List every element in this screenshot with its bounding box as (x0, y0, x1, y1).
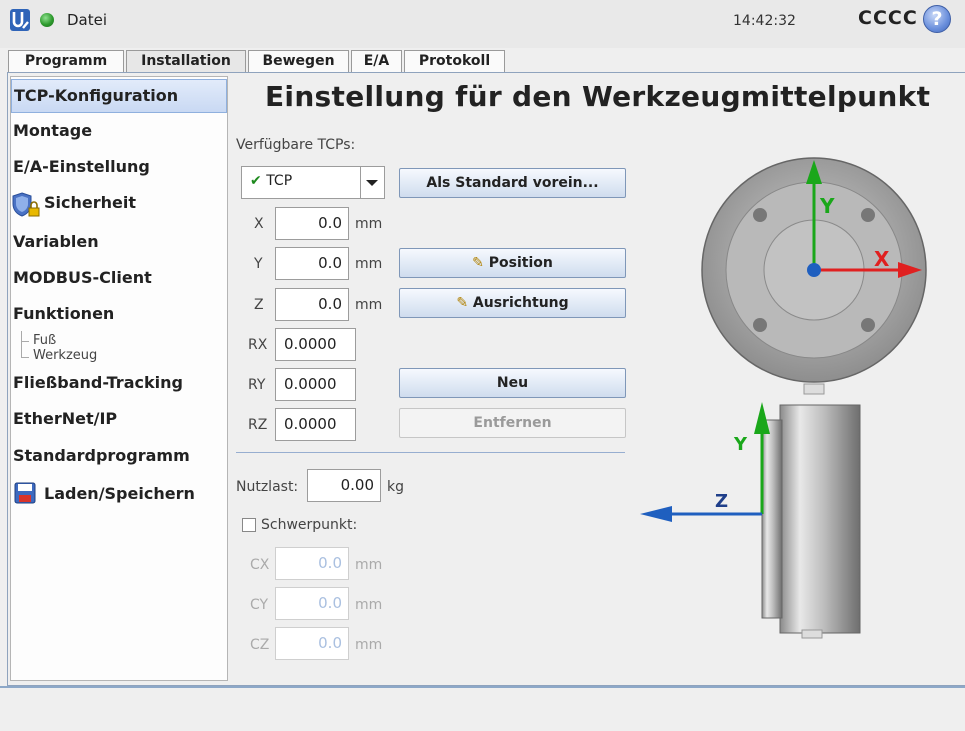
x-label: X (254, 216, 264, 232)
sidebar-item-standardprogramm[interactable]: Standardprogramm (11, 446, 227, 465)
sidebar-item-ethernet-ip[interactable]: EtherNet/IP (11, 409, 227, 428)
sidebar-item-sicherheit[interactable]: Sicherheit (11, 191, 227, 217)
ry-field[interactable]: 0.0000 (275, 368, 356, 401)
y-label: Y (254, 256, 263, 272)
tree-connector (21, 357, 29, 358)
sidebar-item-laden-speichern[interactable]: Laden/Speichern (11, 480, 227, 508)
top-bar: Datei 14:42:32 CCCC ? (0, 0, 965, 48)
wand-icon: ✎ (456, 295, 469, 311)
robot-name: CCCC (858, 7, 918, 29)
z-axis-arrowhead (640, 506, 672, 522)
sidebar: TCP-Konfiguration Montage E/A-Einstellun… (10, 76, 228, 681)
shield-lock-icon (12, 192, 40, 217)
tool-flange-diagram: Y X Y Z (640, 157, 927, 639)
sidebar-item-fliessband-tracking[interactable]: Fließband-Tracking (11, 373, 227, 392)
sidebar-item-label: Sicherheit (44, 193, 136, 212)
top-axis-x-label: X (874, 247, 890, 271)
tab-programm[interactable]: Programm (8, 50, 124, 72)
sidebar-item-label: EtherNet/IP (13, 409, 118, 428)
top-axis-y-label: Y (819, 194, 835, 218)
side-y-axis-arrowhead (754, 402, 770, 434)
new-tcp-button[interactable]: Neu (399, 368, 626, 398)
cz-field[interactable]: 0.0 (275, 627, 349, 660)
file-menu[interactable]: Datei (67, 11, 107, 29)
cz-label: CZ (250, 637, 270, 653)
rx-label: RX (248, 337, 268, 353)
clock: 14:42:32 (733, 13, 796, 29)
sidebar-item-variablen[interactable]: Variablen (11, 232, 227, 251)
z-label: Z (254, 297, 264, 313)
position-button[interactable]: ✎ Position (399, 248, 626, 278)
payload-label: Nutzlast: (236, 479, 299, 495)
sidebar-item-label: E/A-Einstellung (13, 157, 150, 176)
side-axis-y-label: Y (733, 434, 748, 455)
wand-icon: ✎ (472, 255, 484, 271)
z-unit: mm (355, 297, 383, 313)
sidebar-item-label: Montage (13, 121, 93, 140)
cy-field[interactable]: 0.0 (275, 587, 349, 620)
cog-label: Schwerpunkt: (261, 517, 358, 533)
ur-logo-icon (10, 9, 30, 31)
cx-unit: mm (355, 557, 383, 573)
cy-label: CY (250, 597, 269, 613)
x-field[interactable]: 0.0 (275, 207, 349, 240)
page-title: Einstellung für den Werkzeugmittelpunkt (265, 80, 931, 113)
ry-label: RY (248, 377, 266, 393)
tcp-origin-dot (807, 263, 821, 277)
side-axis-z-label: Z (715, 491, 728, 512)
tcp-select[interactable]: ✔ TCP (241, 166, 385, 199)
y-field[interactable]: 0.0 (275, 247, 349, 280)
rx-field[interactable]: 0.0000 (275, 328, 356, 361)
remove-tcp-button[interactable]: Entfernen (399, 408, 626, 438)
rz-label: RZ (248, 417, 268, 433)
sidebar-subitem-fuss[interactable]: Fuß (33, 333, 56, 348)
sidebar-item-label: Variablen (13, 232, 99, 251)
z-field[interactable]: 0.0 (275, 288, 349, 321)
sidebar-item-label: Standardprogramm (13, 446, 190, 465)
chevron-down-icon[interactable] (360, 167, 384, 198)
payload-unit: kg (387, 479, 404, 495)
x-unit: mm (355, 216, 383, 232)
cx-field[interactable]: 0.0 (275, 547, 349, 580)
sidebar-subitem-werkzeug[interactable]: Werkzeug (33, 348, 97, 363)
tree-connector (21, 341, 29, 342)
tree-connector (21, 331, 22, 357)
sidebar-item-montage[interactable]: Montage (11, 121, 227, 140)
payload-field[interactable]: 0.00 (307, 469, 381, 502)
sidebar-item-tcp-konfiguration[interactable]: TCP-Konfiguration (11, 79, 227, 113)
tab-protokoll[interactable]: Protokoll (404, 50, 505, 72)
sidebar-item-label: Funktionen (13, 304, 115, 323)
flange-side-view (761, 404, 861, 639)
robot-status-icon[interactable] (40, 13, 54, 27)
cx-label: CX (250, 557, 270, 573)
sidebar-item-label: Laden/Speichern (44, 484, 195, 503)
divider (236, 452, 625, 453)
sidebar-item-funktionen[interactable]: Funktionen (11, 304, 227, 323)
tcp-name: TCP (266, 173, 293, 189)
floppy-disk-icon (14, 482, 36, 504)
cy-unit: mm (355, 597, 383, 613)
cz-unit: mm (355, 637, 383, 653)
tab-ea[interactable]: E/A (351, 50, 402, 72)
sidebar-item-label: TCP-Konfiguration (14, 86, 179, 105)
sidebar-item-label: MODBUS-Client (13, 268, 152, 287)
sidebar-item-ea-einstellung[interactable]: E/A-Einstellung (11, 157, 227, 176)
orientation-button-label: Ausrichtung (472, 295, 569, 311)
tcp-select-value: ✔ TCP (250, 173, 292, 189)
sidebar-item-modbus-client[interactable]: MODBUS-Client (11, 268, 227, 287)
cog-checkbox[interactable] (242, 518, 256, 532)
rz-field[interactable]: 0.0000 (275, 408, 356, 441)
orientation-button[interactable]: ✎ Ausrichtung (399, 288, 626, 318)
set-default-button[interactable]: Als Standard vorein... (399, 168, 626, 198)
help-icon[interactable]: ? (923, 5, 951, 33)
tab-bewegen[interactable]: Bewegen (248, 50, 349, 72)
available-tcps-label: Verfügbare TCPs: (236, 137, 356, 153)
position-button-label: Position (488, 255, 553, 271)
sidebar-item-label: Fließband-Tracking (13, 373, 183, 392)
bottom-divider (0, 686, 965, 688)
checkmark-icon: ✔ (250, 173, 262, 189)
y-unit: mm (355, 256, 383, 272)
tab-installation[interactable]: Installation (126, 50, 246, 73)
